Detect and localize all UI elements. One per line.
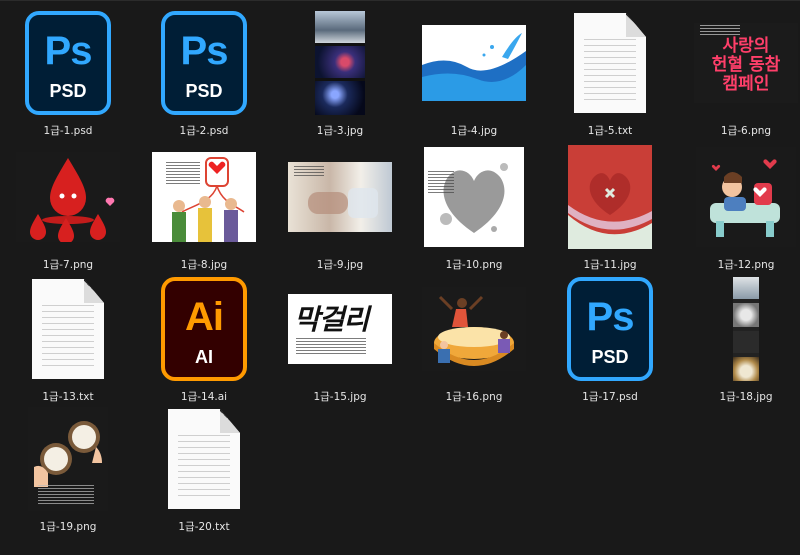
file-name: 1급-3.jpg [316, 125, 364, 137]
file-name: 1급-8.jpg [180, 259, 228, 271]
file-name: 1급-9.jpg [316, 259, 364, 271]
file-name: 1급-16.png [445, 391, 503, 403]
file-thumbnail [414, 279, 534, 379]
image-thumbnail: 사랑의 헌혈 동참 캠페인 [694, 23, 798, 103]
image-thumbnail: 막걸리 [288, 294, 392, 364]
file-type-label: AI [195, 347, 213, 367]
file-name: 1급-20.txt [178, 521, 230, 533]
file-name: 1급-5.txt [587, 125, 633, 137]
file-item-16[interactable]: 1급-16.png [414, 271, 534, 403]
file-thumbnail [414, 147, 534, 247]
file-thumbnail [686, 147, 800, 247]
illustrator-file-icon: Ai AI [161, 277, 247, 381]
file-item-11[interactable]: 1급-11.jpg [550, 139, 670, 271]
image-thumbnail [733, 277, 759, 381]
file-thumbnail: Ps PSD [144, 11, 264, 115]
file-name: 1급-11.jpg [583, 259, 637, 271]
file-name: 1급-12.png [717, 259, 775, 271]
file-thumbnail: Ps PSD [550, 277, 670, 381]
image-thumbnail [424, 147, 524, 247]
photoshop-file-icon: Ps PSD [567, 277, 653, 381]
file-name: 1급-15.jpg [313, 391, 367, 403]
file-name: 1급-6.png [720, 125, 772, 137]
image-thumbnail [422, 25, 526, 101]
file-name: 1급-19.png [39, 521, 97, 533]
image-thumbnail [422, 287, 526, 371]
image-thumbnail [28, 407, 108, 511]
image-thumbnail [568, 145, 652, 249]
file-thumbnail [144, 409, 264, 509]
image-thumbnail [315, 11, 365, 115]
file-item-4[interactable]: 1급-4.jpg [414, 5, 534, 137]
file-item-2[interactable]: Ps PSD 1급-2.psd [144, 5, 264, 137]
file-name: 1급-1.psd [43, 125, 93, 137]
file-item-5[interactable]: 1급-5.txt [550, 5, 670, 137]
file-item-13[interactable]: 1급-13.txt [8, 271, 128, 403]
illustrator-badge: Ai [185, 295, 224, 339]
file-item-7[interactable]: 1급-7.png [8, 139, 128, 271]
thumb-text-line: 사랑의 [722, 36, 770, 56]
image-thumbnail [16, 152, 120, 242]
file-item-8[interactable]: 1급-8.jpg [144, 139, 264, 271]
file-grid-view: Ps PSD 1급-1.psd Ps PSD 1급-2.psd 1급-3.jpg [0, 0, 800, 555]
file-thumbnail [414, 13, 534, 113]
file-item-12[interactable]: 1급-12.png [686, 139, 800, 271]
file-thumbnail: Ps PSD [8, 11, 128, 115]
image-thumbnail [288, 162, 392, 232]
image-thumbnail [152, 152, 256, 242]
file-thumbnail [8, 147, 128, 247]
file-name: 1급-17.psd [582, 391, 638, 403]
file-name: 1급-18.jpg [719, 391, 773, 403]
thumb-text-line: 헌혈 동참 [711, 55, 781, 75]
file-thumbnail [144, 147, 264, 247]
file-thumbnail [550, 13, 670, 113]
file-thumbnail: 사랑의 헌혈 동참 캠페인 [686, 13, 800, 113]
file-item-1[interactable]: Ps PSD 1급-1.psd [8, 5, 128, 137]
file-item-14[interactable]: Ai AI 1급-14.ai [144, 271, 264, 403]
file-thumbnail [8, 407, 128, 511]
thumb-text: 막걸리 [294, 303, 369, 336]
file-item-20[interactable]: 1급-20.txt [144, 401, 264, 533]
file-item-15[interactable]: 막걸리 1급-15.jpg [280, 271, 400, 403]
thumb-text-line: 캠페인 [722, 74, 770, 94]
file-item-18[interactable]: 1급-18.jpg [686, 271, 800, 403]
photoshop-badge: Ps [44, 29, 93, 73]
file-thumbnail [550, 145, 670, 249]
file-type-label: PSD [185, 81, 223, 101]
file-thumbnail [280, 147, 400, 247]
file-type-label: PSD [591, 347, 629, 367]
image-thumbnail [696, 147, 796, 247]
file-name: 1급-2.psd [179, 125, 229, 137]
file-thumbnail [8, 279, 128, 379]
text-file-icon [574, 13, 646, 113]
file-thumbnail: 막걸리 [280, 279, 400, 379]
file-thumbnail [686, 277, 800, 381]
file-thumbnail [280, 11, 400, 115]
file-item-19[interactable]: 1급-19.png [8, 401, 128, 533]
photoshop-badge: Ps [586, 295, 635, 339]
file-item-17[interactable]: Ps PSD 1급-17.psd [550, 271, 670, 403]
file-item-3[interactable]: 1급-3.jpg [280, 5, 400, 137]
file-thumbnail: Ai AI [144, 277, 264, 381]
photoshop-file-icon: Ps PSD [25, 11, 111, 115]
file-name: 1급-10.png [445, 259, 503, 271]
file-item-9[interactable]: 1급-9.jpg [280, 139, 400, 271]
text-file-icon [32, 279, 104, 379]
file-name: 1급-7.png [42, 259, 94, 271]
file-item-6[interactable]: 사랑의 헌혈 동참 캠페인 1급-6.png [686, 5, 800, 137]
file-item-10[interactable]: 1급-10.png [414, 139, 534, 271]
file-name: 1급-4.jpg [450, 125, 498, 137]
photoshop-file-icon: Ps PSD [161, 11, 247, 115]
text-file-icon [168, 409, 240, 509]
photoshop-badge: Ps [180, 29, 229, 73]
file-type-label: PSD [49, 81, 87, 101]
